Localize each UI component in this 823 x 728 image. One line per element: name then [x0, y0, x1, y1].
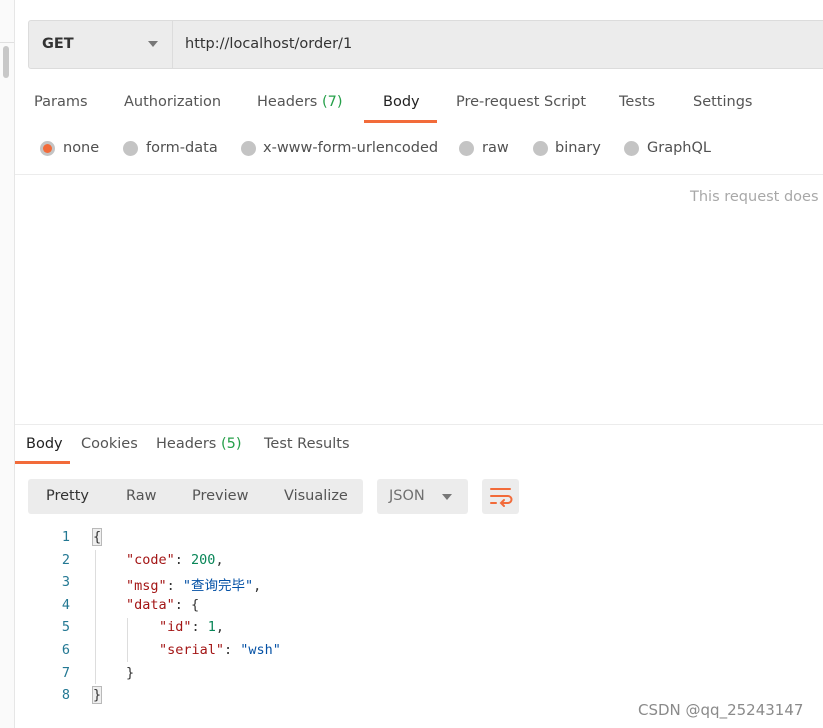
watermark: CSDN @qq_25243147: [638, 701, 804, 719]
radio-form-data[interactable]: [123, 141, 138, 156]
tab-authorization[interactable]: Authorization: [124, 94, 221, 110]
url-bar: GET http://localhost/order/1: [28, 20, 823, 69]
code-line: "serial": "wsh": [159, 642, 281, 658]
method-label: GET: [42, 36, 74, 52]
radio-none[interactable]: [40, 141, 55, 156]
response-tab-test-results[interactable]: Test Results: [264, 436, 350, 452]
view-raw[interactable]: Raw: [126, 488, 157, 504]
indent-guide: [127, 618, 128, 662]
json-punctuation: :: [166, 578, 183, 595]
json-punctuation: ,: [215, 619, 225, 636]
code-line: }: [126, 665, 134, 681]
line-number: 5: [61, 619, 70, 636]
json-key: "data": [126, 596, 175, 613]
line-number: 3: [61, 574, 70, 591]
json-key: "code": [126, 551, 175, 568]
json-number: 1: [207, 619, 216, 636]
line-number: 6: [61, 642, 70, 658]
tab-label: Headers: [257, 94, 318, 110]
radio-label: x-www-form-urlencoded: [263, 140, 439, 156]
json-punctuation: ,: [215, 551, 224, 568]
chevron-down-icon: [148, 41, 158, 47]
code-line: {: [91, 528, 103, 546]
radio-raw[interactable]: [459, 141, 474, 156]
json-punctuation: ,: [253, 578, 262, 595]
view-mode-selector: Pretty Raw Preview Visualize: [28, 479, 363, 514]
view-visualize[interactable]: Visualize: [284, 488, 348, 504]
no-body-message: This request does n: [690, 189, 823, 205]
tab-pre-request-script[interactable]: Pre-request Script: [456, 94, 586, 110]
json-key: "id": [159, 619, 192, 636]
format-label: JSON: [389, 488, 425, 504]
divider: [0, 42, 14, 43]
response-tab-headers[interactable]: Headers (5): [156, 436, 242, 452]
format-select[interactable]: JSON: [377, 479, 468, 514]
json-key: "msg": [126, 578, 167, 595]
radio-graphql[interactable]: [624, 141, 639, 156]
json-punctuation: :: [191, 619, 208, 636]
json-string: "wsh": [240, 642, 281, 658]
divider: [15, 174, 823, 175]
line-number: 2: [61, 551, 70, 568]
code-line: "data": {: [126, 597, 199, 613]
tab-settings[interactable]: Settings: [693, 94, 752, 110]
json-key: "serial": [159, 642, 225, 658]
line-number: 8: [61, 687, 70, 704]
response-tab-body[interactable]: Body: [26, 436, 63, 452]
radio-binary[interactable]: [533, 141, 548, 156]
line-number: 4: [61, 596, 70, 613]
url-input[interactable]: http://localhost/order/1: [185, 36, 352, 52]
json-punctuation: : {: [174, 596, 200, 613]
radio-label: none: [63, 140, 100, 156]
code-line: "msg": "查询完毕",: [126, 574, 261, 594]
code-line: "id": 1,: [159, 619, 224, 635]
indent-guide: [95, 550, 96, 684]
json-punctuation: :: [224, 642, 241, 658]
json-punctuation: }: [91, 686, 103, 705]
tab-params[interactable]: Params: [34, 94, 88, 110]
json-punctuation: }: [126, 664, 135, 681]
line-number: 1: [61, 529, 70, 545]
response-tab-cookies[interactable]: Cookies: [81, 436, 138, 452]
wrap-lines-button[interactable]: [482, 479, 519, 514]
radio-label: binary: [555, 140, 601, 156]
json-punctuation: :: [174, 551, 192, 568]
method-select[interactable]: GET: [29, 21, 173, 68]
headers-count: (5): [220, 436, 242, 452]
scrollbar[interactable]: [3, 46, 9, 78]
code-line: "code": 200,: [126, 552, 224, 568]
json-punctuation: {: [91, 528, 103, 546]
line-number: 7: [61, 664, 70, 681]
active-tab-indicator: [15, 461, 70, 464]
view-preview[interactable]: Preview: [192, 488, 248, 504]
radio-urlencoded[interactable]: [241, 141, 256, 156]
sidebar-edge: [0, 0, 15, 728]
divider: [15, 424, 823, 425]
view-pretty[interactable]: Pretty: [46, 488, 89, 504]
radio-label: raw: [482, 140, 509, 156]
tab-label: Headers: [156, 436, 217, 452]
active-tab-indicator: [364, 120, 437, 123]
wrap-lines-icon: [490, 488, 513, 507]
chevron-down-icon: [442, 494, 452, 500]
json-number: 200: [191, 551, 216, 568]
radio-label: form-data: [146, 140, 218, 156]
tab-body[interactable]: Body: [383, 94, 420, 110]
tab-tests[interactable]: Tests: [619, 94, 655, 110]
radio-label: GraphQL: [647, 140, 711, 156]
headers-count: (7): [321, 94, 343, 110]
tab-headers[interactable]: Headers (7): [257, 94, 343, 110]
json-string: "查询完毕": [182, 578, 254, 595]
code-line: }: [91, 686, 103, 705]
